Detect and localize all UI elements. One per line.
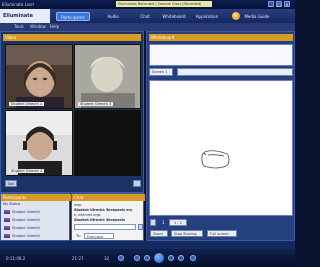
skip-back-icon[interactable] xyxy=(144,255,150,261)
video-label: Student Utrecht 4 xyxy=(9,169,45,173)
tab-participants[interactable]: Participants xyxy=(56,12,90,21)
to-label: To: xyxy=(76,234,81,238)
player-controls: 0:11:08.2 21:27 32 xyxy=(0,249,295,267)
video-feed-2: Student Utrecht 3 xyxy=(74,44,141,109)
chat-title: Chat xyxy=(72,194,145,201)
menu-window[interactable]: Window xyxy=(30,24,46,29)
maximize-button[interactable]: □ xyxy=(276,1,282,7)
tab-media-guide[interactable]: Media Guide xyxy=(242,12,272,21)
talk-button[interactable]: Talk xyxy=(5,180,17,187)
tab-application[interactable]: Application xyxy=(192,12,222,21)
fast-forward-icon[interactable] xyxy=(178,255,184,261)
recipient-select[interactable]: Everyone xyxy=(84,233,114,239)
screen-name-field[interactable] xyxy=(177,68,293,76)
user-icon xyxy=(4,234,10,238)
chat-message: Student Utrecht: Broepenis ery xyxy=(74,208,133,212)
close-button[interactable]: × xyxy=(284,1,290,7)
tab-audio[interactable]: Audio xyxy=(96,12,130,21)
screen-select[interactable]: Screen 1 xyxy=(149,68,173,76)
tab-whiteboard[interactable]: Whiteboard xyxy=(160,12,188,21)
user-icon xyxy=(4,218,10,222)
nav-bar: Elluminate Participants Audio Chat White… xyxy=(0,9,295,23)
rewind-icon[interactable] xyxy=(134,255,140,261)
screen-number: 1 xyxy=(162,220,165,225)
play-icon[interactable] xyxy=(154,253,164,263)
minimize-button[interactable]: _ xyxy=(268,1,274,7)
whiteboard-canvas[interactable] xyxy=(149,80,293,216)
zoom-button[interactable]: Zoom xyxy=(150,230,168,237)
chat-message: e, interniet ergo xyxy=(74,213,101,217)
chat-message: ergo xyxy=(74,203,82,207)
chat-input[interactable] xyxy=(74,224,136,230)
chat-panel: Chat ergo Student Utrecht: Broepenis ery… xyxy=(71,193,145,241)
whiteboard-toolbar-area xyxy=(149,44,293,66)
stop-icon[interactable] xyxy=(190,255,196,261)
video-panel-title: Video xyxy=(3,34,141,41)
my-status-header: My Status xyxy=(3,202,21,206)
page-navigator[interactable]: 1 / 1 xyxy=(169,219,187,226)
status-strip xyxy=(0,241,295,249)
video-settings-icon[interactable] xyxy=(133,180,141,187)
menu-bar: Tools Window Help xyxy=(0,23,295,31)
whiteboard-drawing xyxy=(201,150,230,169)
participants-panel: Participants My Status Student Utrecht S… xyxy=(0,193,71,241)
video-feed-1: Student Utrecht 2 xyxy=(5,44,73,109)
title-bar: Elluminate Live! Elluminate Recorded | S… xyxy=(0,0,295,9)
list-item[interactable]: Student Utrecht xyxy=(3,232,67,240)
video-label: Student Utrecht 2 xyxy=(9,102,45,106)
participant-video-image xyxy=(6,45,72,108)
tab-chat[interactable]: Chat xyxy=(134,12,156,21)
volume-icon[interactable] xyxy=(118,255,124,261)
whiteboard-panel: Whiteboard Screen 1 1 1 / 1 Zoom Stop Sh… xyxy=(146,31,295,241)
help-icon[interactable] xyxy=(232,12,240,20)
video-feed-empty xyxy=(74,110,141,176)
chat-message: Student Utrecht: Broepenis xyxy=(74,218,126,222)
whiteboard-title: Whiteboard xyxy=(149,34,293,41)
participant-video-image xyxy=(6,111,72,175)
participant-video-image xyxy=(75,45,140,108)
session-banner: Elluminate Recorded | Sample Class (Reco… xyxy=(116,1,212,7)
full-screen-button[interactable]: Full screen xyxy=(207,230,237,237)
total-time: 21:27 xyxy=(72,256,84,261)
window-title: Elluminate Live! xyxy=(2,2,35,7)
menu-help[interactable]: Help xyxy=(50,24,59,29)
list-item[interactable]: Student Utrecht xyxy=(3,208,67,216)
stop-sharing-button[interactable]: Stop Sharing xyxy=(171,230,203,237)
elapsed-time: 0:11:08.2 xyxy=(6,256,26,261)
app-logo: Elluminate xyxy=(0,9,50,23)
user-icon xyxy=(4,210,10,214)
skip-forward-icon[interactable] xyxy=(168,255,174,261)
video-panel: Video Student Utrecht 2 Student Utrecht … xyxy=(0,31,144,193)
user-icon xyxy=(4,226,10,230)
menu-tools[interactable]: Tools xyxy=(14,24,24,29)
prev-screen-icon[interactable] xyxy=(150,219,156,226)
participants-title: Participants xyxy=(1,194,71,201)
list-item[interactable]: Student Utrecht xyxy=(3,224,67,232)
video-label: Student Utrecht 3 xyxy=(78,102,114,106)
video-feed-3: Student Utrecht 4 xyxy=(5,110,73,176)
send-icon[interactable] xyxy=(138,224,143,230)
list-item[interactable]: Student Utrecht xyxy=(3,216,67,224)
speed-value: 32 xyxy=(104,256,110,261)
